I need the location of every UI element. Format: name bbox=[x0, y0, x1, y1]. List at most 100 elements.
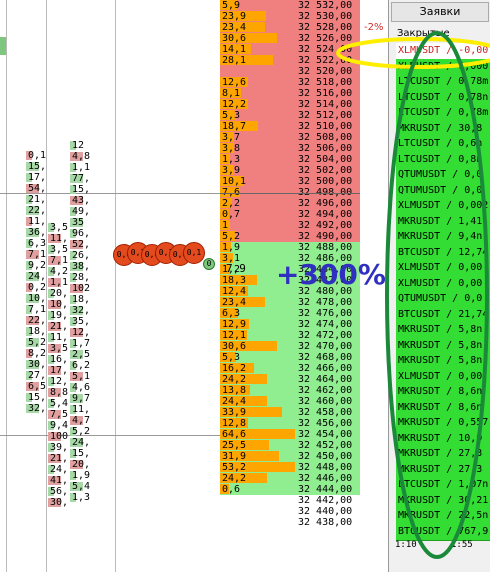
cluster-value: 11, bbox=[50, 332, 69, 343]
cluster-value: 8,2 bbox=[28, 348, 47, 359]
volume-label: 5,9 bbox=[222, 0, 241, 11]
cluster-value: 6,5 bbox=[28, 381, 47, 392]
price-label: 32 532,00 bbox=[298, 0, 353, 11]
cluster-value: 7,1 bbox=[28, 304, 47, 315]
volume-label: 25,5 bbox=[222, 440, 247, 451]
volume-label: 12,9 bbox=[222, 319, 247, 330]
volume-label: 12,8 bbox=[222, 418, 247, 429]
volume-label: 2,2 bbox=[222, 198, 241, 209]
volume-label: 1,9 bbox=[222, 242, 241, 253]
cluster-value: 7,5 bbox=[50, 409, 69, 420]
cluster-value: 1,9 bbox=[72, 470, 91, 481]
cluster-value: 54, bbox=[28, 183, 47, 194]
cluster-value: 36, bbox=[28, 227, 47, 238]
cluster-value: 16, bbox=[50, 354, 69, 365]
cluster-value: 11, bbox=[72, 404, 91, 415]
cluster-value: 6,3 bbox=[28, 238, 47, 249]
volume-label: 3,9 bbox=[222, 165, 241, 176]
cluster-value: 5,2 bbox=[72, 426, 91, 437]
cluster-value: 9,2 bbox=[28, 260, 47, 271]
cluster-value: 32, bbox=[28, 403, 47, 414]
cluster-value: 28, bbox=[72, 272, 91, 283]
divider bbox=[115, 0, 116, 572]
cluster-value: 15, bbox=[72, 448, 91, 459]
trade-ball: 0,1 bbox=[183, 242, 205, 264]
volume-label: 12,2 bbox=[222, 99, 247, 110]
volume-label: 0,6 bbox=[222, 484, 241, 495]
cluster-value: 18, bbox=[72, 294, 91, 305]
cluster-value: 12, bbox=[50, 376, 69, 387]
volume-label: 24,4 bbox=[222, 396, 247, 407]
volume-label: 28,1 bbox=[222, 55, 247, 66]
cluster-value: 26, bbox=[72, 250, 91, 261]
cluster-value: 4,2 bbox=[50, 266, 69, 277]
cluster-value: 30, bbox=[50, 497, 69, 508]
volume-label: 24,2 bbox=[222, 374, 247, 385]
cluster-value: 35, bbox=[72, 316, 91, 327]
volume-label: 14,1 bbox=[222, 44, 247, 55]
volume-label: 18,3 bbox=[222, 275, 247, 286]
volume-label: 12,6 bbox=[222, 77, 247, 88]
cluster-value: 41, bbox=[50, 475, 69, 486]
volume-label: 5,3 bbox=[222, 352, 241, 363]
volume-label: 13,8 bbox=[222, 385, 247, 396]
volume-label: 30,6 bbox=[222, 33, 247, 44]
cluster-value: 17, bbox=[50, 365, 69, 376]
cluster-value: 10, bbox=[28, 293, 47, 304]
cluster-value: 12 bbox=[72, 140, 85, 151]
cluster-value: 4,6 bbox=[72, 382, 91, 393]
cluster-value: 20, bbox=[50, 288, 69, 299]
cluster-value: 39, bbox=[50, 442, 69, 453]
cluster-value: 3,5 bbox=[50, 244, 69, 255]
cluster-value: 96, bbox=[72, 228, 91, 239]
cluster-value: 1,7 bbox=[72, 338, 91, 349]
cluster-value: 3,5 bbox=[50, 343, 69, 354]
volume-label: 12,1 bbox=[222, 330, 247, 341]
cluster-value: 20, bbox=[72, 459, 91, 470]
volume-label: 5,2 bbox=[222, 231, 241, 242]
cluster-value: 77, bbox=[72, 173, 91, 184]
volume-label: 1,3 bbox=[222, 154, 241, 165]
cluster-value: 15, bbox=[28, 161, 47, 172]
cluster-value: 1,3 bbox=[72, 492, 91, 503]
cluster-value: 0,2 bbox=[28, 282, 47, 293]
volume-bg bbox=[220, 220, 295, 231]
volume-label: 3,8 bbox=[222, 143, 241, 154]
divider bbox=[0, 435, 220, 436]
cluster-value: 5,4 bbox=[50, 398, 69, 409]
cluster-value: 5,4 bbox=[72, 481, 91, 492]
cluster-value: 21, bbox=[50, 453, 69, 464]
cluster-value: 15, bbox=[28, 392, 47, 403]
cluster-value: 5,1 bbox=[72, 371, 91, 382]
cluster-value: 1,1 bbox=[50, 277, 69, 288]
ladder-row[interactable]: 5,9 32 532,00 bbox=[220, 0, 360, 11]
tab-orders[interactable]: Заявки bbox=[391, 2, 489, 22]
volume-label: 64,6 bbox=[222, 429, 247, 440]
cluster-value: 9,7 bbox=[72, 393, 91, 404]
volume-label: 23,9 bbox=[222, 11, 247, 22]
cluster-value: 10, bbox=[50, 299, 69, 310]
cluster-value: 9,4 bbox=[50, 420, 69, 431]
volume-label: 24,2 bbox=[222, 473, 247, 484]
cluster-value: 4,7 bbox=[72, 415, 91, 426]
cluster-value: 22, bbox=[28, 315, 47, 326]
volume-label: 3,7 bbox=[222, 132, 241, 143]
volume-label: 30,6 bbox=[222, 341, 247, 352]
green-highlight-ellipse bbox=[385, 31, 489, 559]
cluster-value: 6,2 bbox=[72, 360, 91, 371]
cluster-value: 24, bbox=[72, 437, 91, 448]
cluster-value: 56, bbox=[50, 486, 69, 497]
divider bbox=[0, 37, 6, 55]
volume-bg bbox=[220, 495, 295, 506]
cluster-value: 27, bbox=[28, 370, 47, 381]
cluster-value: 22, bbox=[28, 205, 47, 216]
volume-label: 1 bbox=[222, 220, 229, 231]
cluster-value: 11, bbox=[28, 216, 47, 227]
cluster-value: 52, bbox=[72, 239, 91, 250]
volume-label: 8,1 bbox=[222, 88, 241, 99]
cluster-value: 18, bbox=[28, 326, 47, 337]
volume-label: 23,4 bbox=[222, 22, 247, 33]
cluster-value: 38, bbox=[72, 261, 91, 272]
cluster-value: 12, bbox=[72, 327, 91, 338]
volume-label: 23,4 bbox=[222, 297, 247, 308]
